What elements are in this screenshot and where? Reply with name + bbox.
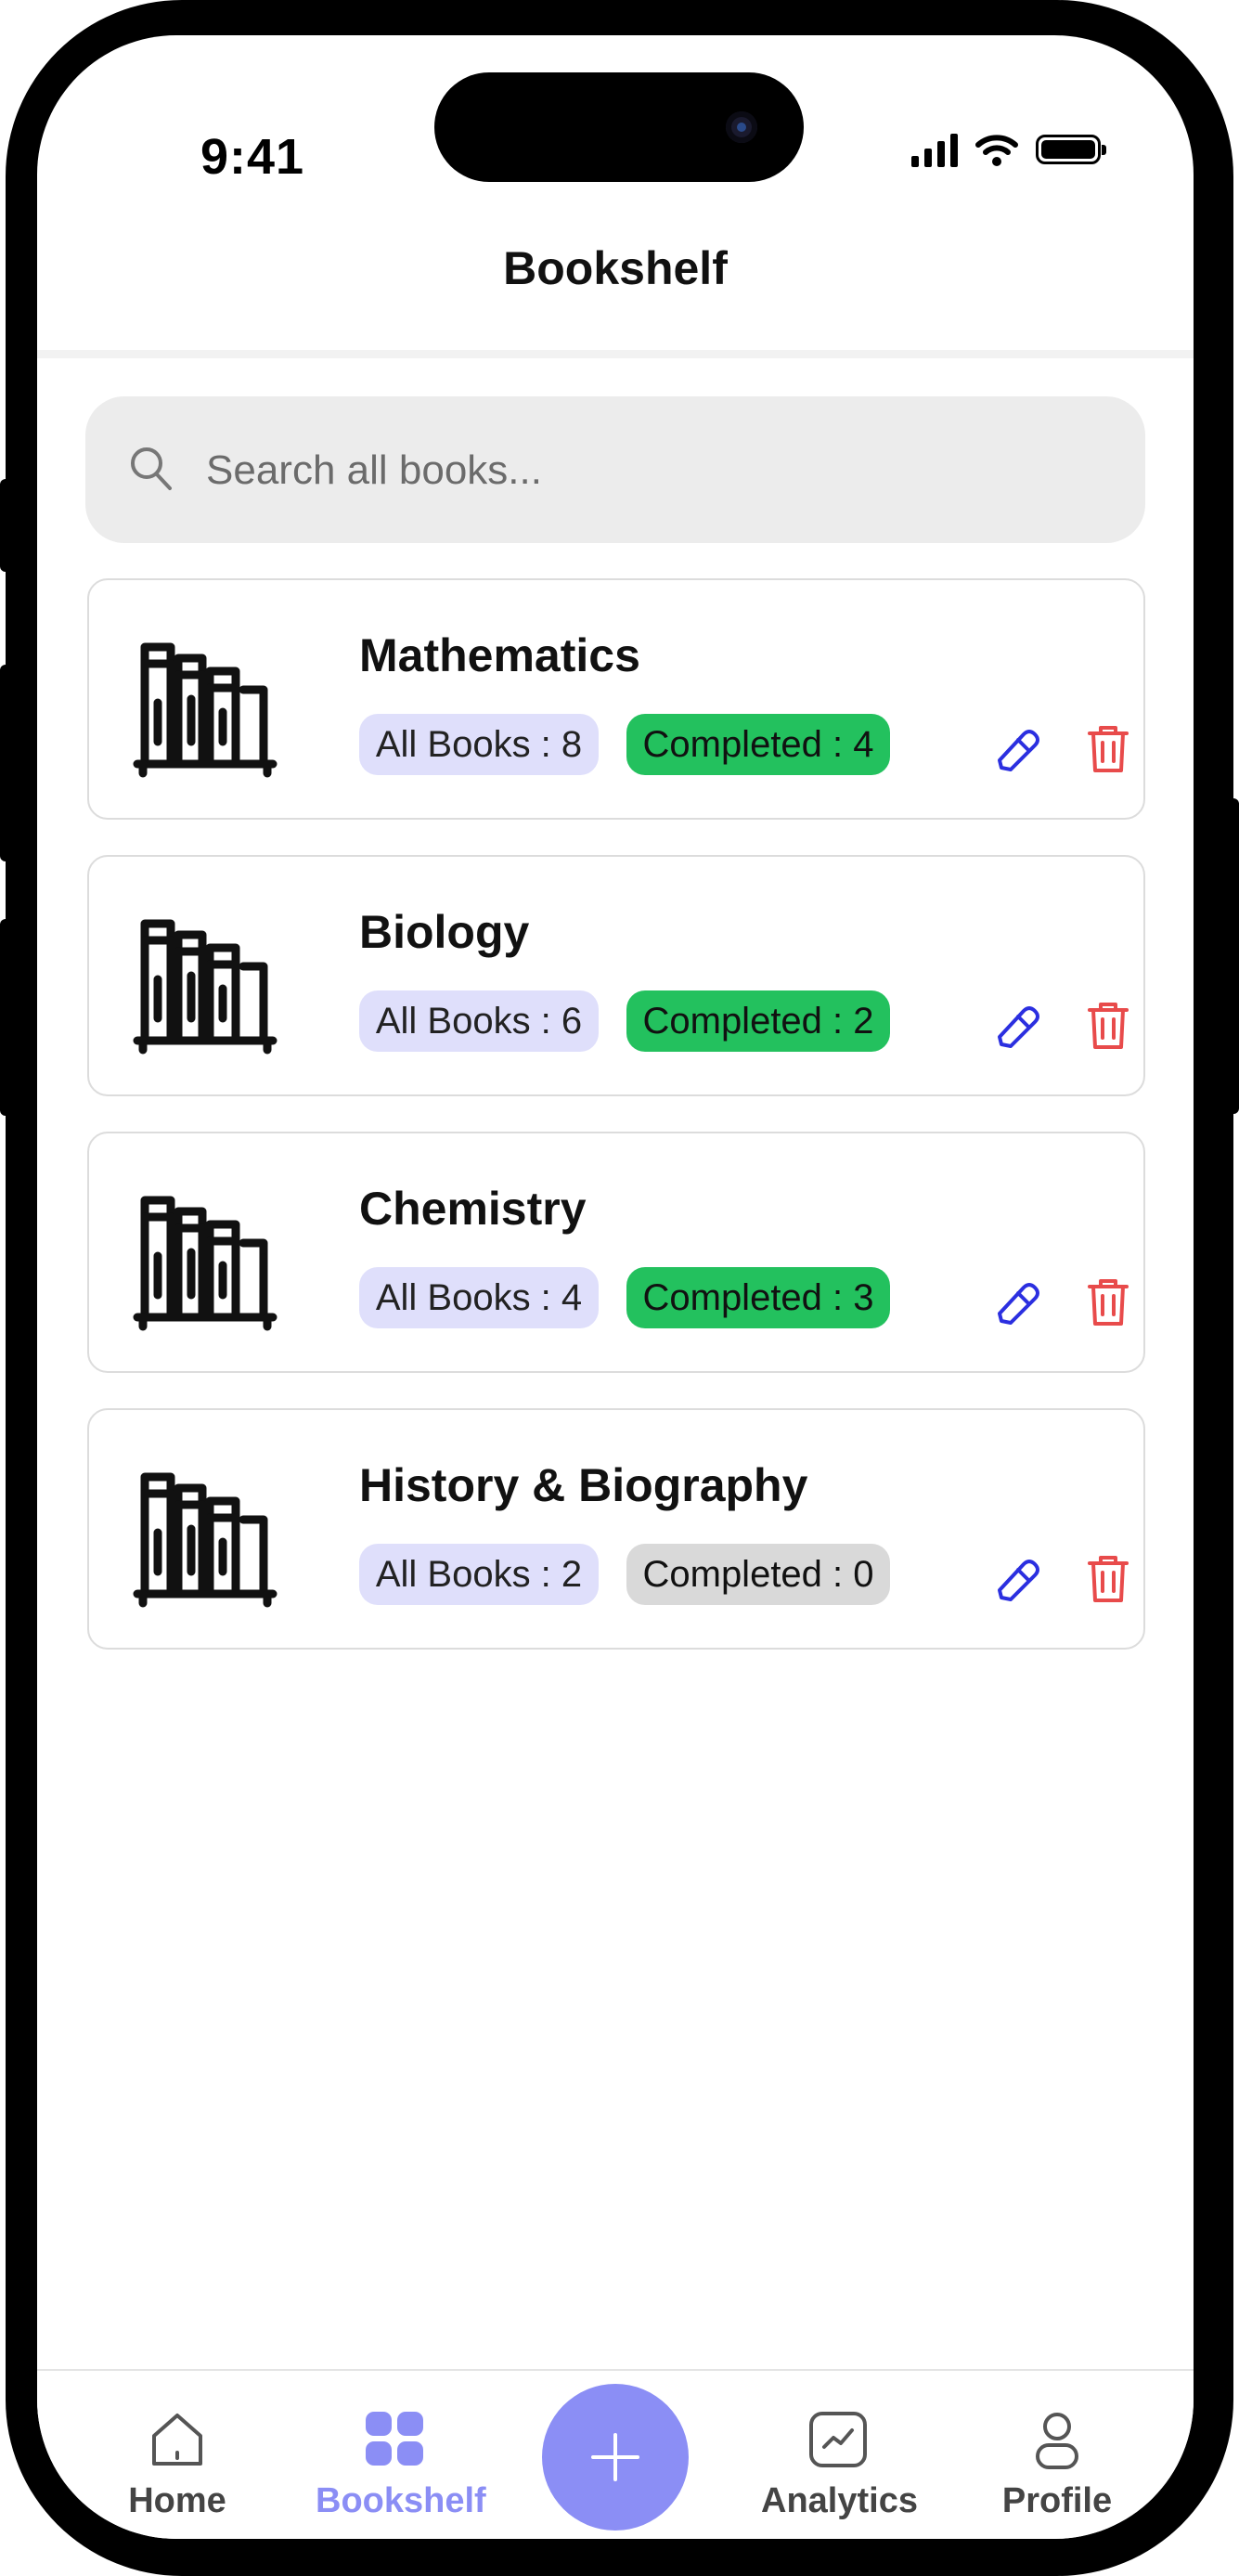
completed-badge: Completed : 0 — [626, 1544, 890, 1605]
nav-home[interactable]: Home — [117, 2408, 238, 2521]
nav-analytics[interactable]: Analytics — [761, 2408, 918, 2521]
analytics-icon — [809, 2412, 867, 2467]
header-divider — [37, 350, 1194, 358]
all-books-badge: All Books : 6 — [359, 990, 599, 1052]
category-card-biology[interactable]: Biology All Books : 6 Completed : 2 — [87, 855, 1145, 1096]
nav-home-label: Home — [128, 2481, 226, 2520]
bookshelf-icon — [133, 1472, 277, 1608]
category-title: Biology — [359, 906, 530, 958]
completed-badge: Completed : 2 — [626, 990, 890, 1052]
camera-icon — [726, 111, 757, 143]
status-time: 9:41 — [200, 129, 305, 185]
nav-bookshelf-label: Bookshelf — [316, 2481, 486, 2520]
screen: 9:41 Bookshelf Search all books... Mathe… — [37, 35, 1194, 2539]
delete-trash-icon[interactable] — [1086, 1552, 1130, 1604]
completed-badge: Completed : 3 — [626, 1267, 890, 1328]
category-title: Chemistry — [359, 1183, 587, 1235]
edit-pencil-icon[interactable] — [994, 1003, 1040, 1052]
volume-down-button — [0, 919, 13, 1116]
edit-pencil-icon[interactable] — [994, 1557, 1040, 1605]
person-icon — [1036, 2413, 1078, 2469]
nav-profile[interactable]: Profile — [997, 2408, 1117, 2521]
delete-trash-icon[interactable] — [1086, 1275, 1130, 1327]
completed-badge: Completed : 4 — [626, 714, 890, 775]
category-card-history-biography[interactable]: History & Biography All Books : 2 Comple… — [87, 1408, 1145, 1650]
search-input[interactable] — [204, 434, 1099, 508]
all-books-badge: All Books : 4 — [359, 1267, 599, 1328]
cellular-signal-icon — [911, 132, 958, 167]
all-books-badge: All Books : 2 — [359, 1544, 599, 1605]
category-card-chemistry[interactable]: Chemistry All Books : 4 Completed : 3 — [87, 1132, 1145, 1373]
bookshelf-icon — [133, 642, 277, 778]
nav-bookshelf[interactable]: Bookshelf — [316, 2408, 486, 2521]
plus-icon — [591, 2433, 639, 2481]
category-card-mathematics[interactable]: Mathematics All Books : 8 Completed : 4 — [87, 578, 1145, 820]
power-button — [1226, 798, 1239, 1114]
dynamic-island — [434, 72, 804, 182]
nav-analytics-label: Analytics — [761, 2481, 918, 2520]
add-button[interactable] — [542, 2384, 689, 2531]
home-icon — [152, 2414, 202, 2466]
edit-pencil-icon[interactable] — [994, 1280, 1040, 1328]
bookshelf-icon — [133, 1196, 277, 1331]
bookshelf-icon — [133, 919, 277, 1055]
delete-trash-icon[interactable] — [1086, 999, 1130, 1051]
nav-profile-label: Profile — [1001, 2481, 1113, 2520]
search-bar[interactable] — [85, 396, 1145, 543]
wifi-icon — [975, 135, 1018, 166]
category-title: History & Biography — [359, 1459, 808, 1511]
grid-icon — [366, 2412, 423, 2466]
action-button — [0, 479, 13, 572]
category-title: Mathematics — [359, 629, 640, 681]
all-books-badge: All Books : 8 — [359, 714, 599, 775]
status-icons — [911, 132, 1106, 167]
volume-up-button — [0, 665, 13, 861]
edit-pencil-icon[interactable] — [994, 727, 1040, 775]
search-icon — [131, 447, 172, 490]
page-title: Bookshelf — [503, 242, 728, 294]
battery-icon — [1036, 135, 1106, 164]
delete-trash-icon[interactable] — [1086, 722, 1130, 774]
